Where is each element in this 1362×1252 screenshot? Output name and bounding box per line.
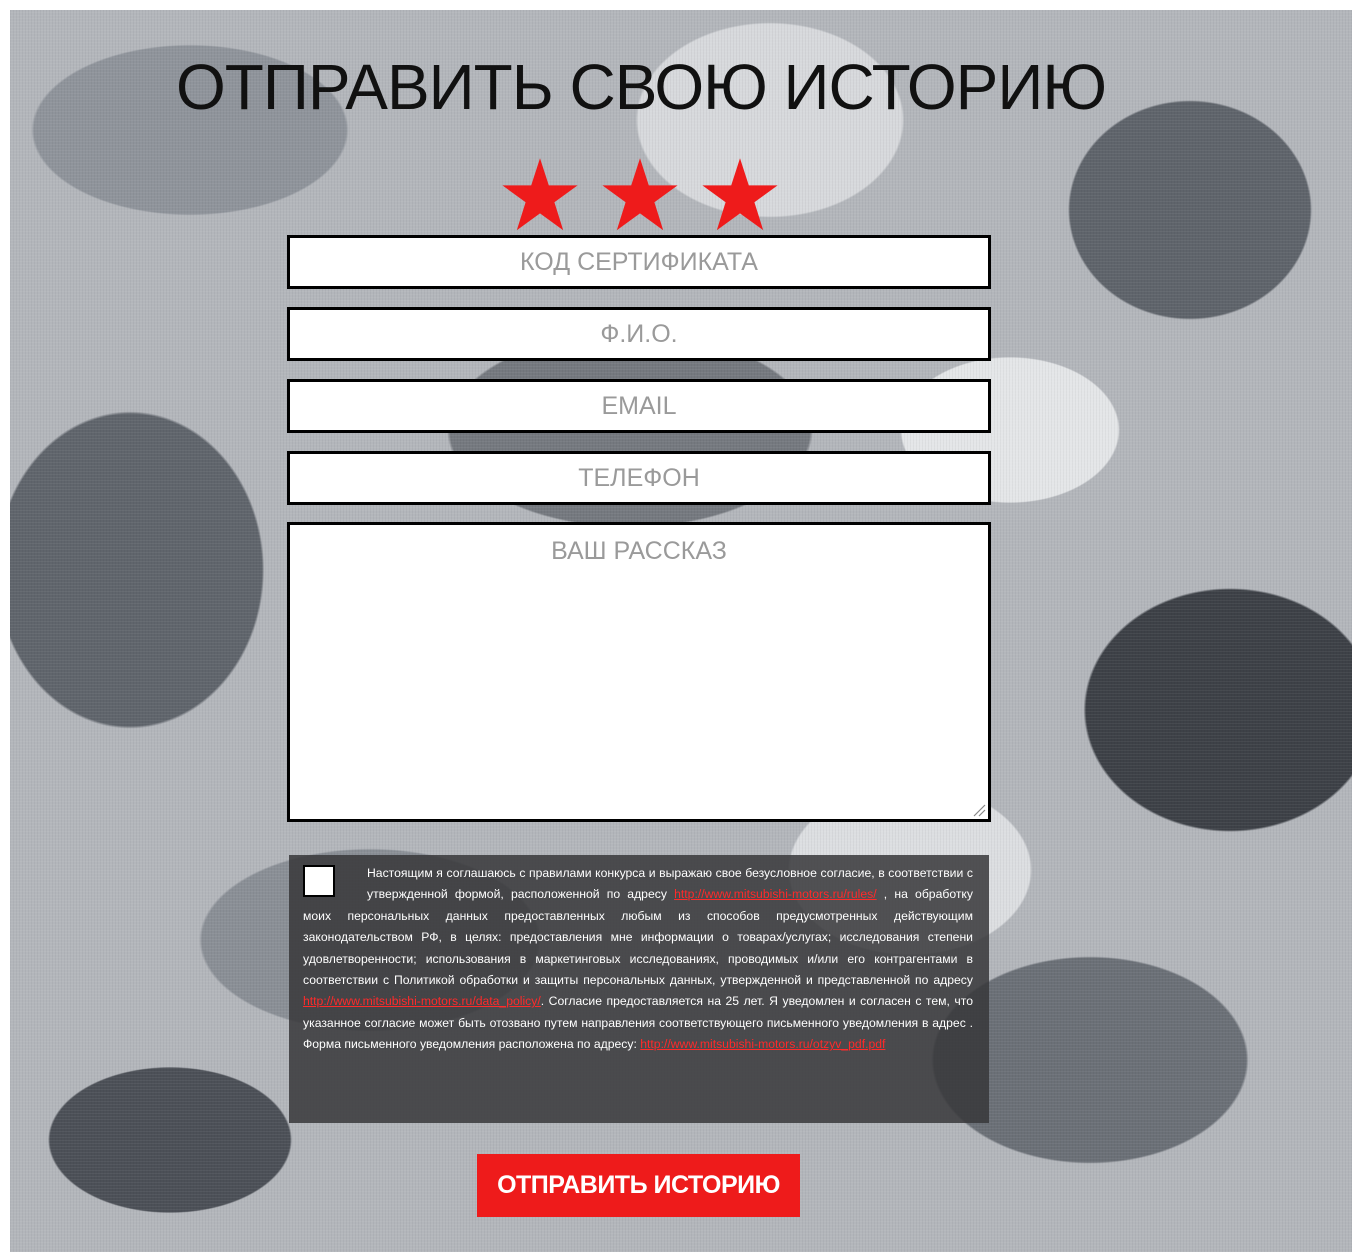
camouflage-background: ОТПРАВИТЬ СВОЮ ИСТОРИЮ Настоящим я согла… xyxy=(10,10,1352,1252)
email-input[interactable] xyxy=(287,379,991,433)
rules-link[interactable]: http://www.mitsubishi-motors.ru/rules/ xyxy=(674,887,877,901)
page-title: ОТПРАВИТЬ СВОЮ ИСТОРИЮ xyxy=(176,51,1107,123)
star-icon xyxy=(602,158,678,231)
star-shape xyxy=(502,158,578,231)
star-icon xyxy=(702,158,778,231)
phone-input[interactable] xyxy=(287,451,991,505)
consent-checkbox[interactable] xyxy=(303,865,335,897)
submit-story-button[interactable]: ОТПРАВИТЬ ИСТОРИЮ xyxy=(477,1154,800,1217)
withdrawal-form-link[interactable]: http://www.mitsubishi-motors.ru/otzyv_pd… xyxy=(640,1037,885,1051)
consent-text-part-2: , на обработку моих персональных данных … xyxy=(303,887,973,988)
story-textarea[interactable] xyxy=(287,522,991,822)
resize-grip-icon[interactable] xyxy=(972,803,986,817)
full-name-input[interactable] xyxy=(287,307,991,361)
stars-decoration xyxy=(500,150,780,240)
certificate-code-input[interactable] xyxy=(287,235,991,289)
star-icon xyxy=(502,158,578,231)
data-policy-link[interactable]: http://www.mitsubishi-motors.ru/data_pol… xyxy=(303,994,541,1008)
star-shape xyxy=(702,158,778,231)
star-shape xyxy=(602,158,678,231)
consent-panel: Настоящим я соглашаюсь с правилами конку… xyxy=(289,855,989,1123)
